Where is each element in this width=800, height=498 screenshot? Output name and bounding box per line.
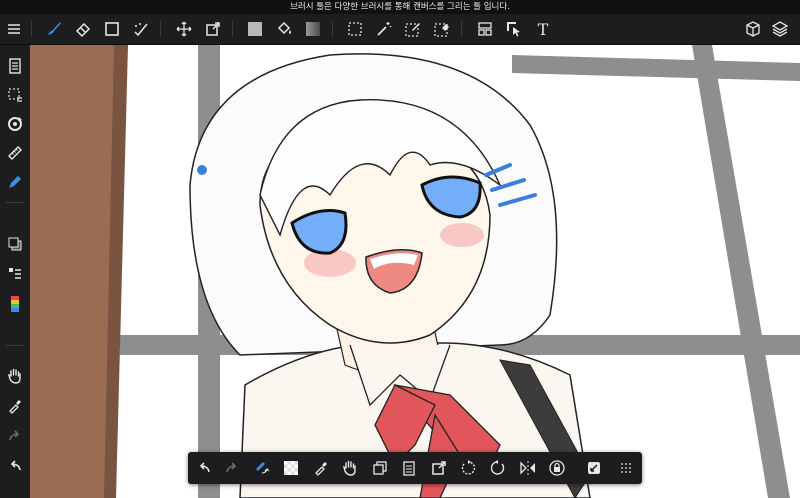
undo-icon[interactable]: [0, 453, 30, 479]
copy-icon[interactable]: [368, 452, 392, 484]
operation-icon[interactable]: [500, 14, 528, 44]
more-icon[interactable]: [614, 452, 638, 484]
transparent-icon[interactable]: [279, 452, 303, 484]
text-tool-icon[interactable]: T: [529, 14, 557, 44]
gradient-icon[interactable]: [299, 14, 327, 44]
magic-wand-icon[interactable]: [370, 14, 398, 44]
drawing-canvas[interactable]: [30, 45, 800, 498]
paste-icon[interactable]: [397, 452, 421, 484]
color-palette-icon[interactable]: [0, 291, 30, 317]
ruler-icon[interactable]: [0, 140, 30, 166]
rotate-left-icon[interactable]: [456, 452, 480, 484]
select-icon[interactable]: [341, 14, 369, 44]
layers-icon[interactable]: [766, 14, 794, 44]
status-bar: 브러시 툴은 다양한 브러시를 통해 캔버스를 그리는 툴 입니다.: [0, 0, 800, 14]
pen-icon[interactable]: [0, 169, 30, 195]
page-icon[interactable]: [0, 53, 30, 79]
flip-icon[interactable]: [516, 452, 540, 484]
selection-icon[interactable]: [0, 82, 30, 108]
rotate-icon[interactable]: [0, 111, 30, 137]
status-hint-text: 브러시 툴은 다양한 브러시를 통해 캔버스를 그리는 툴 입니다.: [290, 2, 510, 12]
frame-divider-icon[interactable]: [471, 14, 499, 44]
transform-icon[interactable]: [427, 452, 451, 484]
hand-icon[interactable]: [0, 363, 30, 389]
menu-icon[interactable]: [0, 14, 28, 44]
hand-icon[interactable]: [338, 452, 362, 484]
eyedropper-icon[interactable]: [0, 393, 30, 419]
redo-icon[interactable]: [220, 452, 244, 484]
top-toolbar: T: [0, 14, 800, 45]
bottom-toolbar: [188, 452, 642, 484]
3d-icon[interactable]: [739, 14, 767, 44]
shape-icon[interactable]: [98, 14, 126, 44]
color-icon[interactable]: [0, 231, 30, 257]
artwork: [30, 45, 800, 498]
side-toolbar: [0, 45, 30, 498]
bucket-icon[interactable]: [270, 14, 298, 44]
magic-brush-icon[interactable]: [127, 14, 155, 44]
brush-tool-icon[interactable]: [40, 14, 68, 44]
select-eraser-icon[interactable]: [428, 14, 456, 44]
eraser-icon[interactable]: [69, 14, 97, 44]
eyedropper-icon[interactable]: [309, 452, 333, 484]
transform-icon[interactable]: [199, 14, 227, 44]
rotate-right-icon[interactable]: [486, 452, 510, 484]
move-icon[interactable]: [170, 14, 198, 44]
fullscreen-icon[interactable]: [582, 452, 606, 484]
brush-swap-icon[interactable]: [250, 452, 274, 484]
redo-icon[interactable]: [0, 423, 30, 449]
undo-icon[interactable]: [192, 452, 216, 484]
layer-list-icon[interactable]: [0, 261, 30, 287]
select-pen-icon[interactable]: [399, 14, 427, 44]
fill-color-icon[interactable]: [241, 14, 269, 44]
rotation-lock-icon[interactable]: [545, 452, 569, 484]
